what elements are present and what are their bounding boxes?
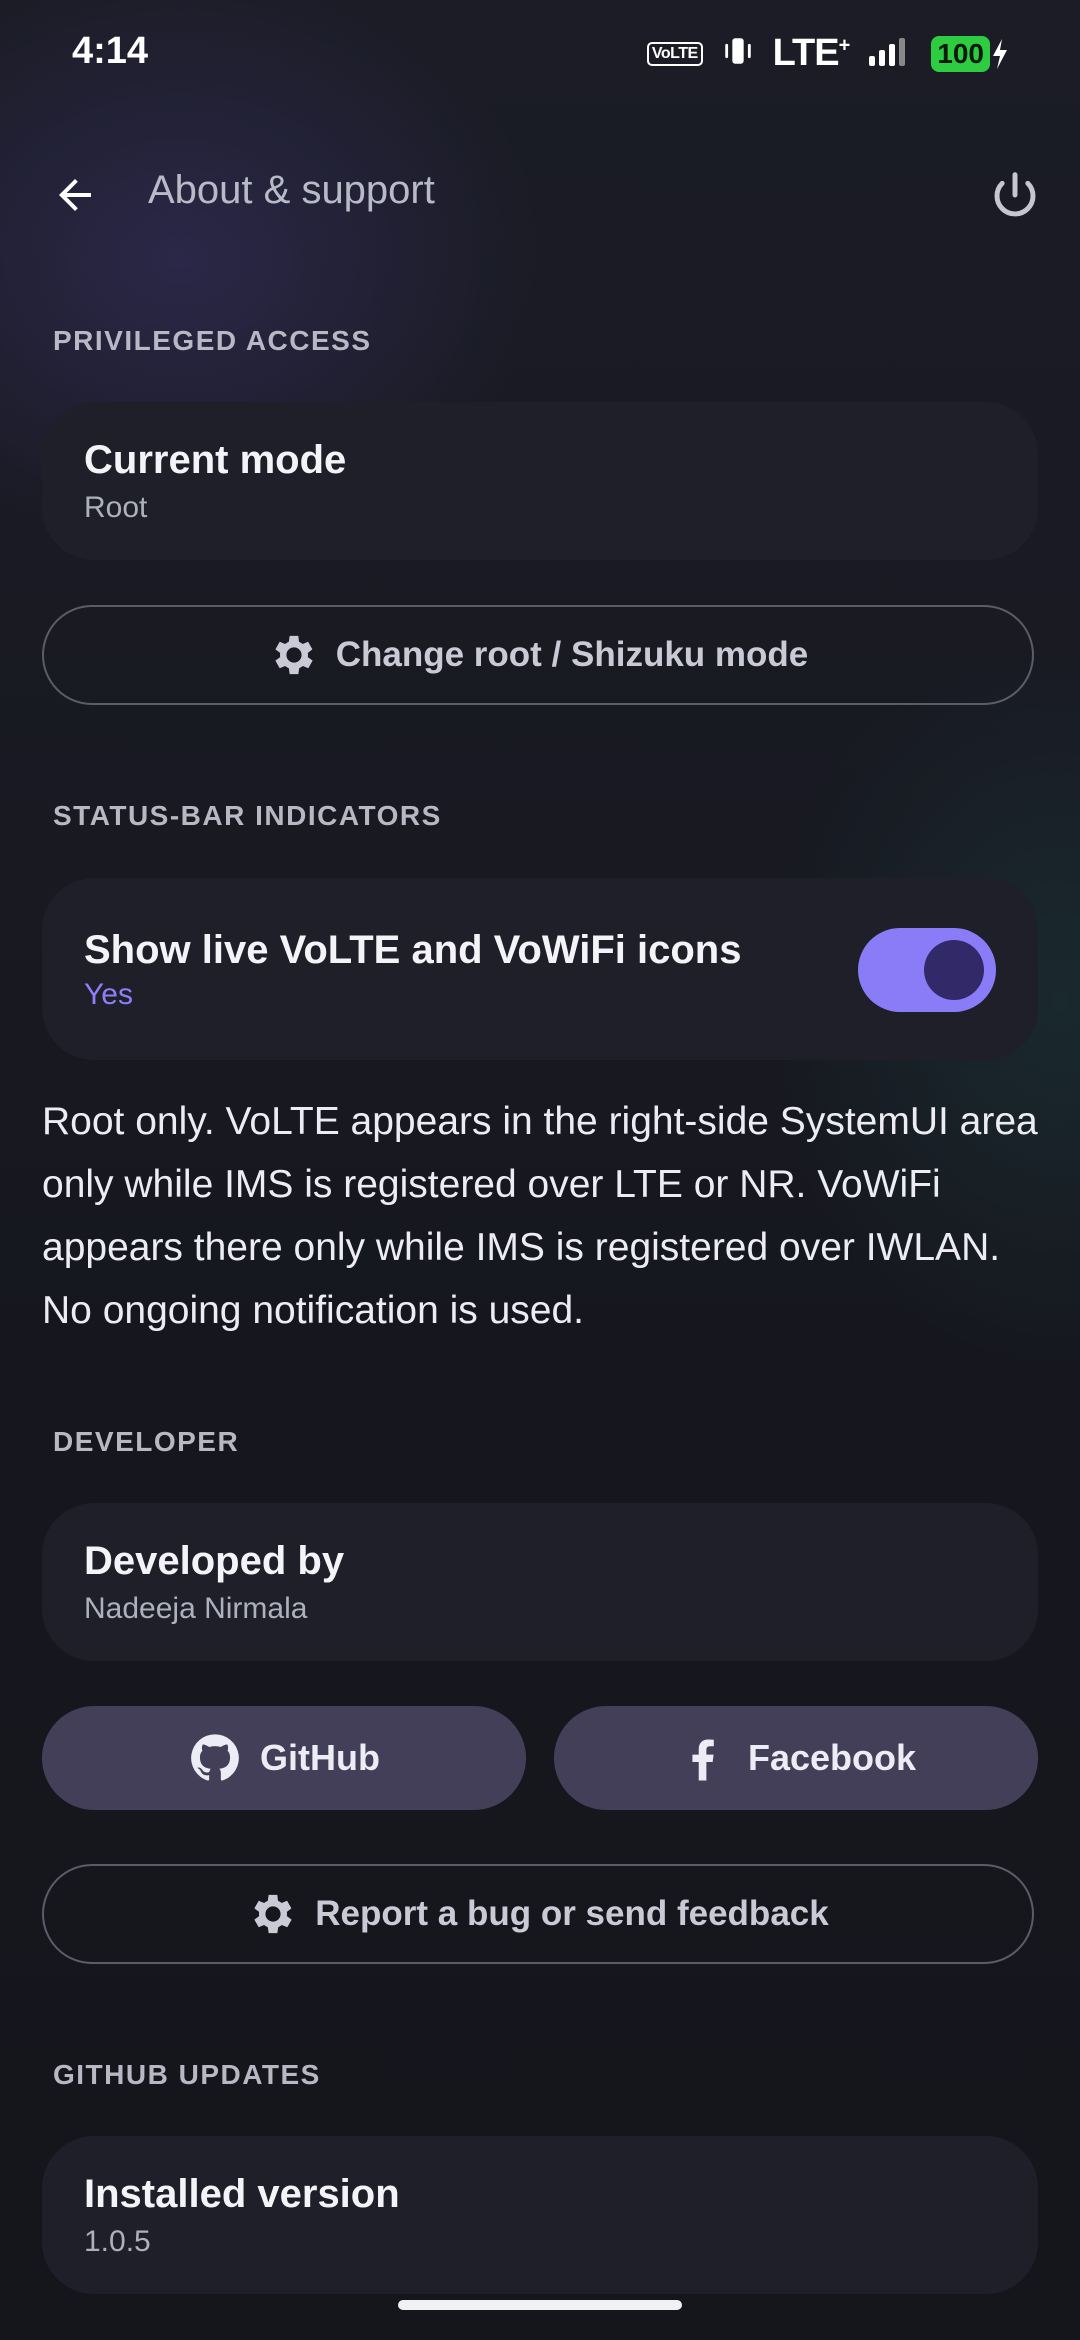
current-mode-title: Current mode <box>84 438 347 482</box>
github-label: GitHub <box>260 1737 380 1778</box>
current-mode-value: Root <box>84 491 148 524</box>
volte-icons-toggle-row[interactable]: Show live VoLTE and VoWiFi icons Yes <box>42 878 1038 1060</box>
section-label-status-bar: STATUS-BAR INDICATORS <box>53 800 442 831</box>
volte-toggle-title: Show live VoLTE and VoWiFi icons <box>84 928 742 972</box>
status-time: 4:14 <box>72 30 149 72</box>
status-icons: VoLTE LTE+ 100 <box>646 32 1010 75</box>
page-title: About & support <box>148 168 435 212</box>
report-bug-button[interactable]: Report a bug or send feedback <box>42 1864 1034 1964</box>
battery-icon: 100 <box>931 35 1010 72</box>
facebook-button[interactable]: Facebook <box>554 1706 1038 1810</box>
github-button[interactable]: GitHub <box>42 1706 526 1810</box>
switch-knob <box>924 940 984 1000</box>
change-mode-button[interactable]: Change root / Shizuku mode <box>42 605 1034 705</box>
network-type-icon: LTE+ <box>772 32 851 74</box>
power-icon <box>994 172 1036 217</box>
change-mode-label: Change root / Shizuku mode <box>335 635 809 674</box>
volte-toggle-value: Yes <box>84 978 133 1011</box>
developer-name: Nadeeja Nirmala <box>84 1592 308 1625</box>
section-label-github-updates: GITHUB UPDATES <box>53 2059 321 2090</box>
volte-description: Root only. VoLTE appears in the right-si… <box>42 1100 1038 1332</box>
gear-icon <box>254 1894 292 1934</box>
section-label-developer: DEVELOPER <box>53 1426 240 1457</box>
installed-version-title: Installed version <box>84 2172 400 2216</box>
facebook-label: Facebook <box>747 1737 917 1778</box>
section-label-privileged-access: PRIVILEGED ACCESS <box>53 325 372 356</box>
facebook-icon <box>692 1739 714 1781</box>
back-button[interactable] <box>40 160 110 230</box>
gear-icon <box>275 635 313 675</box>
developed-by-title: Developed by <box>84 1539 345 1583</box>
github-icon <box>191 1734 239 1781</box>
arrow-back-icon <box>59 179 91 211</box>
developer-card: Developed by Nadeeja Nirmala <box>42 1503 1038 1661</box>
installed-version-value: 1.0.5 <box>84 2225 151 2258</box>
signal-icon <box>867 34 913 73</box>
volte-icons-switch[interactable] <box>858 928 996 1012</box>
installed-version-card: Installed version 1.0.5 <box>42 2136 1038 2294</box>
power-button[interactable] <box>980 160 1050 230</box>
current-mode-card: Current mode Root <box>42 402 1038 560</box>
vibrate-icon <box>721 34 755 73</box>
home-indicator[interactable] <box>398 2300 682 2310</box>
report-bug-label: Report a bug or send feedback <box>315 1894 829 1933</box>
volte-status-icon: VoLTE <box>646 41 703 66</box>
